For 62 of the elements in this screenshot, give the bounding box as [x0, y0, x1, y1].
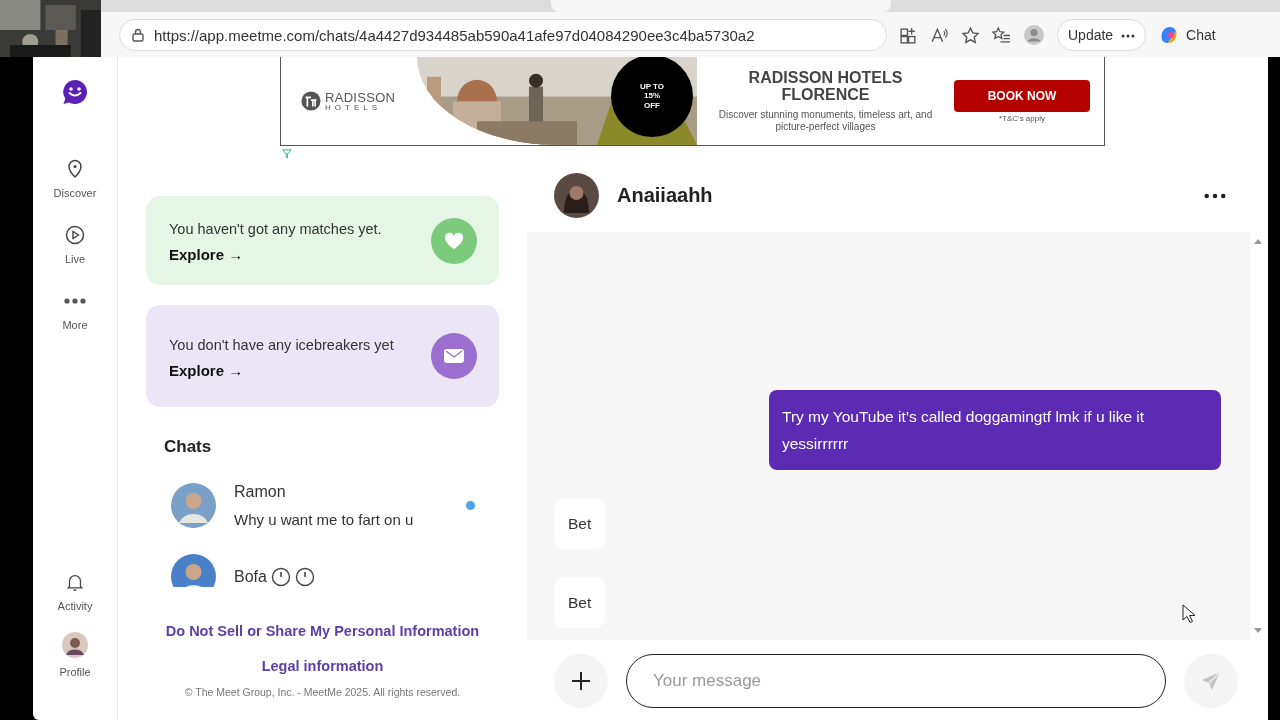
chat-list-item[interactable]: Ramon Why u want me to fart on u — [146, 483, 499, 528]
play-icon[interactable] — [65, 225, 85, 245]
bell-icon[interactable] — [65, 572, 85, 592]
hotel-logo-icon — [301, 91, 321, 111]
logo-icon[interactable] — [62, 79, 88, 105]
more-icon[interactable] — [1204, 192, 1226, 199]
avatar-icon — [171, 483, 216, 528]
more-icon[interactable] — [63, 297, 87, 305]
nav-label[interactable]: Activity — [57, 600, 93, 612]
badge-text: 15% — [644, 91, 660, 101]
favorites-icon[interactable] — [992, 25, 1011, 45]
mouse-cursor-icon — [1182, 604, 1196, 624]
message-input[interactable]: Your message — [626, 654, 1166, 708]
avatar-icon[interactable] — [554, 173, 599, 218]
contact-name: Ramon — [234, 483, 286, 501]
badge-text: OFF — [644, 100, 660, 110]
contact-name: Anaiiaahh — [617, 184, 714, 207]
scroll-up-icon[interactable] — [1254, 238, 1262, 244]
book-now-button[interactable]: BOOK NOW — [954, 79, 1090, 112]
avatar-icon[interactable] — [62, 632, 88, 658]
ad-banner[interactable]: RADISSON HOTELS UP TO 15% OFF RADISSON HOTELS FLORENCE Discover stunning monuments, timeless art, and picture-perfect villages BOOK NOW *T&C's apply — [280, 57, 1105, 146]
brand-name: RADISSON — [325, 90, 396, 104]
badge-text: UP TO — [639, 82, 665, 92]
message-bubble: Bet — [554, 498, 606, 549]
chat-list-item[interactable]: Bofa — [146, 554, 499, 587]
update-button[interactable]: Update — [1057, 19, 1147, 51]
explore-link[interactable]: Explore → — [169, 246, 409, 263]
message-preview: Why u want me to fart on u — [234, 511, 415, 528]
location-pin-icon[interactable] — [65, 159, 85, 179]
read-aloud-icon[interactable] — [930, 25, 949, 45]
message-bubble: Try my YouTube it’s called doggamingtf lmk if u like it yessirrrrrr — [769, 390, 1221, 470]
user-avatar-icon[interactable] — [1023, 24, 1045, 46]
timer-icon — [270, 566, 291, 587]
prompt-text: You don't have any icebreakers yet — [169, 335, 395, 355]
message-bubble: Bet — [554, 577, 606, 628]
scroll-down-icon[interactable] — [1254, 628, 1262, 634]
more-icon — [1121, 34, 1136, 39]
footer-link[interactable]: Legal information — [261, 658, 384, 674]
contact-name: Bofa — [234, 567, 267, 586]
apps-icon[interactable] — [899, 25, 918, 45]
nav-label[interactable]: Discover — [53, 187, 97, 199]
send-icon — [1200, 670, 1222, 692]
chats-heading: Chats — [163, 437, 213, 457]
avatar-icon — [171, 554, 216, 587]
terms-note: *T&C's apply — [999, 113, 1045, 123]
star-icon[interactable] — [961, 25, 980, 45]
nav-label[interactable]: Live — [64, 253, 86, 265]
copyright-text: © The Meet Group, Inc. - MeetMe 2025. All rights reserved. — [184, 686, 461, 698]
prompt-text: You haven't got any matches yet. — [169, 220, 383, 239]
brand-subtitle: HOTELS — [325, 103, 382, 112]
address-bar[interactable]: https://app.meetme.com/chats/4a4427d934485ab590a41afe97d04084290ee3c4ba5730a2 — [119, 19, 887, 51]
lock-icon — [130, 27, 146, 43]
nav-label[interactable]: More — [62, 319, 88, 331]
ad-text: Discover stunning monuments, timeless art, and picture-perfect villages — [717, 109, 934, 133]
envelope-icon — [431, 333, 477, 379]
nav-label[interactable]: Profile — [59, 666, 91, 678]
explore-link[interactable]: Explore → — [169, 361, 409, 379]
chat-button[interactable]: Chat — [1158, 24, 1216, 46]
plus-icon — [570, 670, 592, 692]
footer-link[interactable]: Do Not Sell or Share My Personal Information — [165, 623, 480, 639]
timer-icon — [294, 566, 315, 587]
ad-title: RADISSON HOTELS FLORENCE — [747, 69, 904, 104]
